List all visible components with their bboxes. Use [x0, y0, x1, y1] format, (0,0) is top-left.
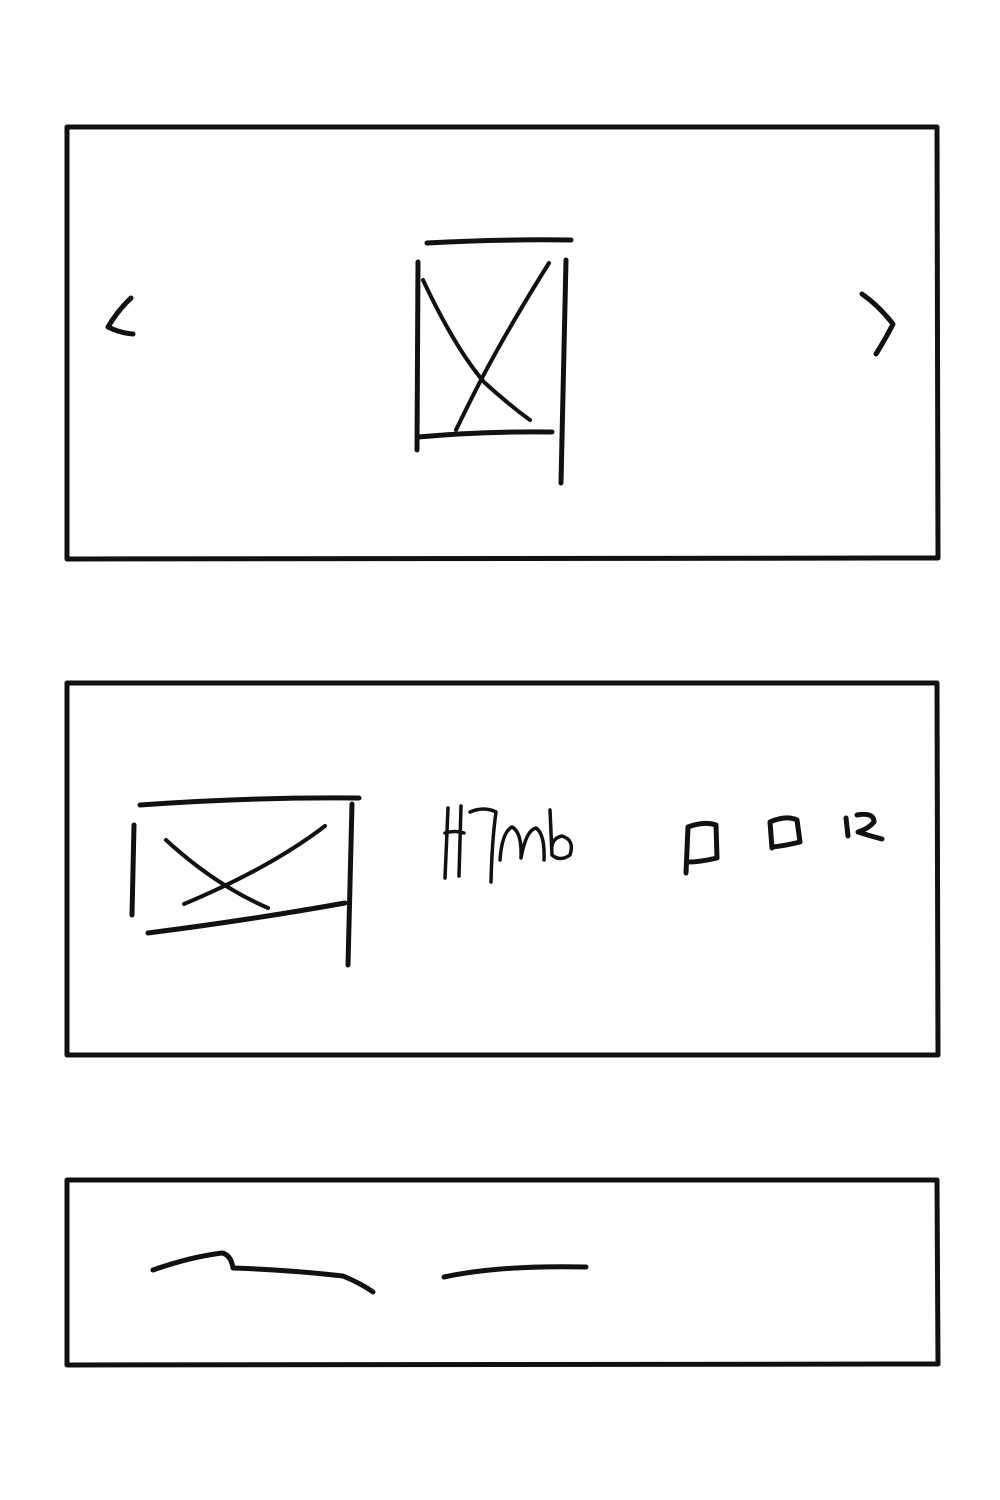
action-button-2[interactable]	[760, 808, 810, 856]
carousel-next-button[interactable]	[852, 282, 907, 364]
carousel-prev-button[interactable]	[96, 285, 146, 345]
wireframe-sketch	[64, 124, 941, 1368]
footer-text-line-2	[441, 1264, 589, 1280]
carousel-panel	[64, 124, 941, 562]
content-card-frame	[64, 680, 941, 1058]
heading-scribble	[443, 804, 574, 884]
action-button-3[interactable]	[836, 806, 891, 848]
footer-text-line-1	[150, 1250, 376, 1295]
slide-image-placeholder-icon	[414, 237, 574, 486]
thumbnail-image-placeholder-icon	[129, 795, 362, 968]
action-button-1[interactable]	[676, 812, 726, 880]
footer-panel	[64, 1177, 941, 1368]
footer-frame	[64, 1177, 941, 1368]
content-card-panel	[64, 680, 941, 1058]
